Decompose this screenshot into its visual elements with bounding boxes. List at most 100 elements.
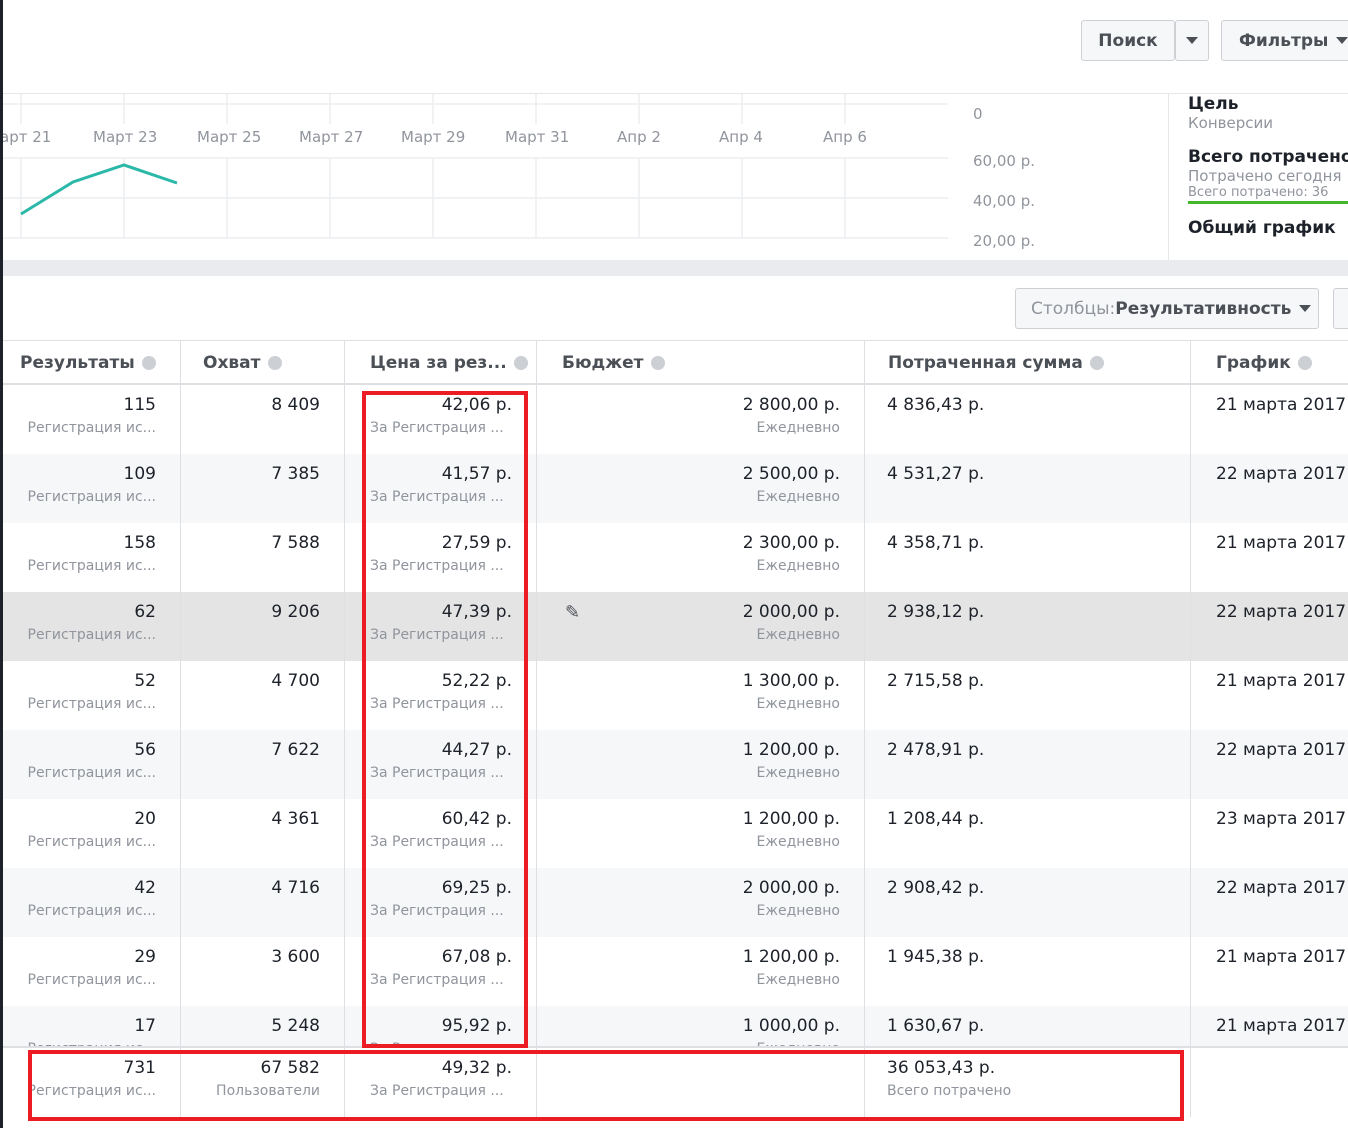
x-tick-label: Март 23: [93, 128, 157, 146]
overall-chart-link[interactable]: Общий график: [1188, 218, 1348, 238]
table-row[interactable]: 56 Регистрация ис... 7 622 44,27 р. За Регис…: [3, 730, 1348, 799]
schedule-value: 22 марта 2017 г: [1216, 878, 1348, 898]
results-cell: 42 Регистрация ис...: [3, 868, 181, 937]
spent-cell: 2 938,12 р.: [865, 592, 1191, 661]
budget-cell[interactable]: 1 200,00 р. Ежедневно: [537, 937, 865, 1006]
reach-value: 4 361: [271, 809, 320, 829]
budget-sub: Ежедневно: [756, 558, 841, 574]
spent-value: 2 715,58 р.: [887, 671, 985, 691]
results-sub: Регистрация ис...: [27, 765, 156, 781]
pencil-icon[interactable]: ✎: [565, 602, 580, 623]
table-row[interactable]: 158 Регистрация ис... 7 588 27,59 р. За Реги…: [3, 523, 1348, 592]
table-row[interactable]: 109 Регистрация ис... 7 385 41,57 р. За Реги…: [3, 454, 1348, 523]
search-button-label: Поиск: [1098, 30, 1158, 51]
spent-cell: 4 531,27 р.: [865, 454, 1191, 523]
reach-cell: 4 361: [181, 799, 345, 868]
columns-button[interactable]: Столбцы: Результативность: [1015, 288, 1319, 329]
budget-value: 1 300,00 р.: [742, 671, 840, 691]
y-tick-label: 60,00 р.: [973, 152, 1035, 170]
x-tick-label: Март 29: [401, 128, 465, 146]
reach-cell: 7 622: [181, 730, 345, 799]
schedule-cell: 21 марта 2017 г: [1191, 385, 1348, 454]
x-tick-label: Апр 4: [719, 128, 763, 146]
info-icon[interactable]: [513, 355, 528, 370]
table-row[interactable]: 42 Регистрация ис... 4 716 69,25 р. За Регис…: [3, 868, 1348, 937]
info-icon[interactable]: [267, 355, 282, 370]
col-header-schedule[interactable]: График: [1191, 341, 1348, 384]
col-header-label: График: [1216, 352, 1291, 373]
col-header-results[interactable]: Результаты: [3, 341, 181, 384]
info-icon[interactable]: [141, 355, 156, 370]
schedule-value: 22 марта 2017 г: [1216, 602, 1348, 622]
x-tick-label: Март 31: [505, 128, 569, 146]
budget-value: 1 200,00 р.: [742, 740, 840, 760]
results-sub: Регистрация ис...: [27, 489, 156, 505]
info-icon[interactable]: [1297, 355, 1312, 370]
col-header-reach[interactable]: Охват: [181, 341, 345, 384]
spent-label: Всего потрачено с: [1188, 147, 1348, 167]
export-button[interactable]: [1333, 288, 1348, 329]
table-row[interactable]: 62 Регистрация ис... 9 206 47,39 р. За Регис…: [3, 592, 1348, 661]
results-value: 56: [134, 740, 156, 760]
goal-label: Цель: [1188, 94, 1239, 114]
budget-value: 2 300,00 р.: [742, 533, 840, 553]
budget-cell[interactable]: ✎ 2 000,00 р. Ежедневно: [537, 592, 865, 661]
budget-cell[interactable]: 2 300,00 р. Ежедневно: [537, 523, 865, 592]
x-tick-label: арт 21: [3, 128, 51, 146]
top-toolbar: Поиск Фильтры: [3, 0, 1348, 93]
spent-value: 1 945,38 р.: [887, 947, 985, 967]
col-header-cost[interactable]: Цена за рез...: [345, 341, 537, 384]
budget-value: 1 200,00 р.: [742, 947, 840, 967]
reach-value: 5 248: [271, 1016, 320, 1036]
table-row[interactable]: 52 Регистрация ис... 4 700 52,22 р. За Регис…: [3, 661, 1348, 730]
results-value: 52: [134, 671, 156, 691]
spent-cell: 4 358,71 р.: [865, 523, 1191, 592]
search-button[interactable]: Поиск: [1081, 20, 1175, 61]
budget-sub: Ежедневно: [756, 696, 841, 712]
reach-cell: 3 600: [181, 937, 345, 1006]
reach-value: 7 588: [271, 533, 320, 553]
budget-value: 2 000,00 р.: [742, 878, 840, 898]
budget-cell[interactable]: 2 000,00 р. Ежедневно: [537, 868, 865, 937]
results-sub: Регистрация ис...: [27, 420, 156, 436]
col-header-spent[interactable]: Потраченная сумма: [865, 341, 1191, 384]
search-dropdown-button[interactable]: [1175, 20, 1209, 61]
budget-cell[interactable]: 1 300,00 р. Ежедневно: [537, 661, 865, 730]
budget-value: 2 800,00 р.: [742, 395, 840, 415]
budget-cell[interactable]: 2 500,00 р. Ежедневно: [537, 454, 865, 523]
budget-cell[interactable]: 1 200,00 р. Ежедневно: [537, 730, 865, 799]
table-row[interactable]: 29 Регистрация ис... 3 600 67,08 р. За Регис…: [3, 937, 1348, 1006]
info-icon[interactable]: [650, 355, 665, 370]
schedule-cell: 22 марта 2017 г: [1191, 868, 1348, 937]
x-tick-label: Март 27: [299, 128, 363, 146]
table-row[interactable]: 20 Регистрация ис... 4 361 60,42 р. За Регис…: [3, 799, 1348, 868]
spent-cell: 1 945,38 р.: [865, 937, 1191, 1006]
results-sub: Регистрация ис...: [27, 834, 156, 850]
results-cell: 109 Регистрация ис...: [3, 454, 181, 523]
spent-value: 2 908,42 р.: [887, 878, 985, 898]
chevron-down-icon: [1299, 305, 1312, 312]
col-header-budget[interactable]: Бюджет: [537, 341, 865, 384]
budget-sub: Ежедневно: [756, 903, 841, 919]
reach-value: 9 206: [271, 602, 320, 622]
budget-cell[interactable]: 1 200,00 р. Ежедневно: [537, 799, 865, 868]
reach-value: 7 622: [271, 740, 320, 760]
budget-cell[interactable]: 2 800,00 р. Ежедневно: [537, 385, 865, 454]
results-value: 62: [134, 602, 156, 622]
schedule-value: 21 марта 2017 г: [1216, 947, 1348, 967]
spent-cell: 4 836,43 р.: [865, 385, 1191, 454]
schedule-cell: 23 марта 2017 г: [1191, 799, 1348, 868]
reach-value: 7 385: [271, 464, 320, 484]
reach-cell: 4 700: [181, 661, 345, 730]
filters-button[interactable]: Фильтры: [1221, 20, 1348, 61]
results-cell: 62 Регистрация ис...: [3, 592, 181, 661]
table-row[interactable]: 115 Регистрация ис... 8 409 42,06 р. За Реги…: [3, 385, 1348, 454]
y-tick-label: 0: [973, 105, 983, 123]
budget-sub: Ежедневно: [756, 765, 841, 781]
results-sub: Регистрация ис...: [27, 903, 156, 919]
spend-progress-bar: [1188, 201, 1348, 204]
spent-cell: 2 908,42 р.: [865, 868, 1191, 937]
chart-plot: арт 21 Март 23 Март 25 Март 27 Март 29 М…: [3, 94, 948, 239]
col-header-label: Бюджет: [562, 352, 644, 373]
info-icon[interactable]: [1089, 355, 1104, 370]
